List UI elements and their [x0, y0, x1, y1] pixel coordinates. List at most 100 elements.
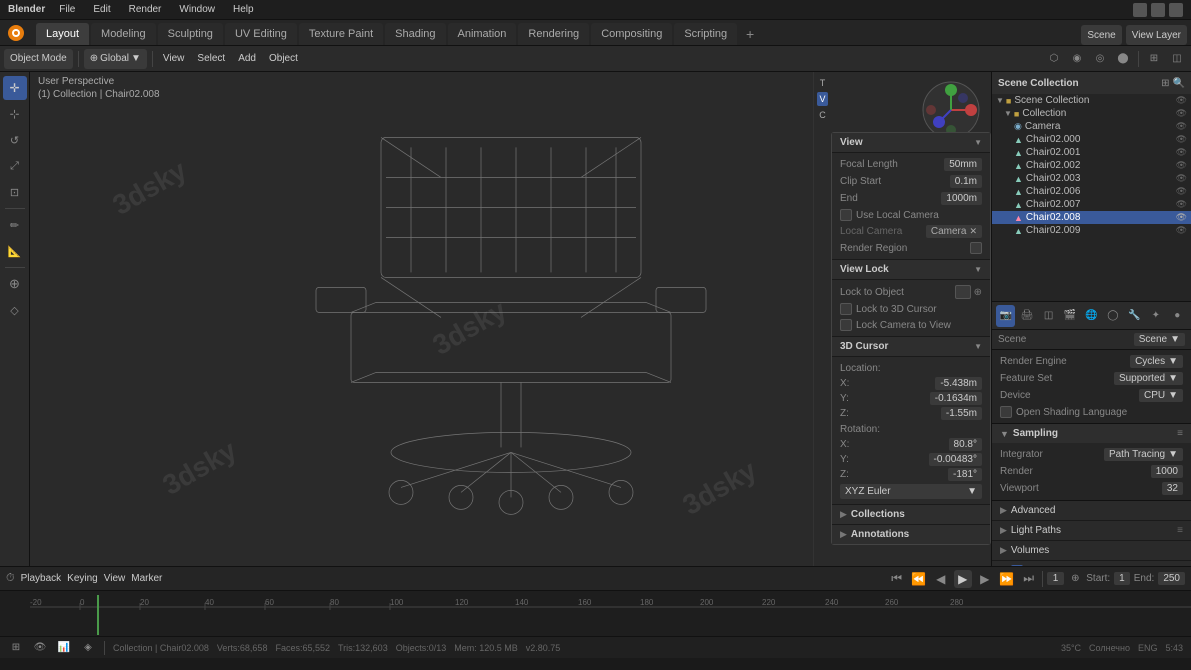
scene-stats[interactable]: 📊 [56, 640, 72, 656]
overlay-toggle[interactable]: ⊞ [1144, 49, 1164, 69]
tab-add-icon[interactable]: + [739, 23, 761, 45]
tree-item[interactable]: ▼ ■ Scene Collection 👁 [992, 94, 1191, 107]
cursor-z-value[interactable]: -1.55m [941, 407, 982, 420]
menu-edit[interactable]: Edit [89, 4, 114, 15]
playback-prev[interactable]: ◀ [932, 570, 950, 588]
view-layer-selector[interactable]: View Layer [1126, 25, 1187, 45]
playback-play[interactable]: ▶ [954, 570, 972, 588]
lock-to-object-eyedropper[interactable]: ⊕ [974, 287, 982, 298]
select-all-icon[interactable]: ◈ [80, 640, 96, 656]
cursor-x-value[interactable]: -5.438m [935, 377, 982, 390]
cursor-rz-value[interactable]: -181° [948, 468, 982, 481]
feature-set-value[interactable]: Supported▼ [1114, 372, 1183, 385]
tab-texture-paint[interactable]: Texture Paint [299, 23, 383, 45]
timeline-end[interactable]: 250 [1158, 572, 1185, 585]
section-volumes[interactable]: ▶ Volumes [992, 541, 1191, 561]
prop-icon-view-layer[interactable]: ◫ [1039, 305, 1058, 327]
tab-compositing[interactable]: Compositing [591, 23, 672, 45]
tab-animation[interactable]: Animation [448, 23, 517, 45]
tree-item-camera[interactable]: ◉ Camera 👁 [992, 120, 1191, 133]
render-engine-value[interactable]: Cycles▼ [1130, 355, 1183, 368]
prop-icon-world[interactable]: 🌐 [1082, 305, 1101, 327]
menu-file[interactable]: File [55, 4, 79, 15]
render-samples-value[interactable]: 1000 [1151, 465, 1183, 478]
cursor-3d-header[interactable]: 3D Cursor ▼ [832, 336, 990, 357]
cursor-y-value[interactable]: -0.1634m [930, 392, 982, 405]
local-camera-value[interactable]: Camera ✕ [926, 225, 982, 238]
tab-uv-editing[interactable]: UV Editing [225, 23, 297, 45]
transform-tool[interactable]: ⊡ [3, 180, 27, 204]
view-timeline-menu[interactable]: View [104, 573, 126, 584]
clip-end-value[interactable]: 1000m [941, 192, 982, 205]
render-region-checkbox[interactable] [970, 242, 982, 254]
view-menu[interactable]: View [158, 49, 190, 69]
tab-modeling[interactable]: Modeling [91, 23, 156, 45]
prop-icon-material[interactable]: ● [1168, 305, 1187, 327]
add-menu[interactable]: Add [233, 49, 261, 69]
prop-icon-scene[interactable]: 🎬 [1060, 305, 1079, 327]
outliner-search-icon[interactable]: 🔍 [1173, 78, 1185, 89]
lock-to-object-field[interactable] [955, 285, 971, 299]
current-frame[interactable]: 1 [1047, 572, 1065, 585]
prop-icon-object[interactable]: ◯ [1103, 305, 1122, 327]
hair-checkbox[interactable] [1011, 565, 1023, 566]
tree-item-chair-001[interactable]: ▲ Chair02.001 👁 [992, 146, 1191, 159]
keying-menu[interactable]: Keying [67, 573, 98, 584]
menu-help[interactable]: Help [229, 4, 258, 15]
scene-value[interactable]: Scene▼ [1134, 333, 1185, 346]
lock-3d-cursor-checkbox[interactable] [840, 303, 852, 315]
add-tool[interactable]: ⊕ [3, 272, 27, 296]
view-gizmo[interactable] [921, 80, 981, 140]
tree-item[interactable]: ▼ ■ Collection 👁 [992, 107, 1191, 120]
outliner-filter-icon[interactable]: ⊞ [1161, 78, 1169, 89]
sampling-options-icon[interactable]: ≡ [1177, 428, 1183, 439]
win-maximize[interactable] [1151, 3, 1165, 17]
view-icon[interactable]: 👁 [32, 640, 48, 656]
tab-layout[interactable]: Layout [36, 23, 89, 45]
clip-start-value[interactable]: 0.1m [950, 175, 982, 188]
cursor-rx-value[interactable]: 80.8° [949, 438, 982, 451]
tree-item-chair-000[interactable]: ▲ Chair02.000 👁 [992, 133, 1191, 146]
prop-icon-particles[interactable]: ✦ [1146, 305, 1165, 327]
scene-objects-icon[interactable]: ⊞ [8, 640, 24, 656]
measure-tool[interactable]: 📐 [3, 239, 27, 263]
shading-material[interactable]: ◎ [1090, 49, 1110, 69]
transform-global[interactable]: ⊕ Global▼ [84, 49, 147, 69]
eraser-tool[interactable]: ◇ [3, 298, 27, 322]
tree-item-chair-003[interactable]: ▲ Chair02.003 👁 [992, 172, 1191, 185]
marker-menu[interactable]: Marker [131, 573, 162, 584]
npanel-item-view[interactable]: V [817, 92, 827, 106]
prop-icon-render[interactable]: 📷 [996, 305, 1015, 327]
playback-next[interactable]: ▶ [976, 570, 994, 588]
cursor-tool[interactable]: ✛ [3, 76, 27, 100]
xray-toggle[interactable]: ◫ [1167, 49, 1187, 69]
annotate-tool[interactable]: ✏ [3, 213, 27, 237]
move-tool[interactable]: ⊹ [3, 102, 27, 126]
section-hair[interactable]: ▶ Hair [992, 561, 1191, 566]
mode-selector[interactable]: Object Mode [4, 49, 73, 69]
npanel-item-create[interactable]: C [817, 108, 828, 122]
playback-next-frame[interactable]: ⏩ [998, 570, 1016, 588]
tree-item-chair-007[interactable]: ▲ Chair02.007 👁 [992, 198, 1191, 211]
sampling-header[interactable]: ▼ Sampling ≡ [992, 424, 1191, 443]
tab-scripting[interactable]: Scripting [674, 23, 737, 45]
tab-rendering[interactable]: Rendering [518, 23, 589, 45]
frame-jump-icon[interactable]: ⊕ [1068, 572, 1082, 586]
focal-length-value[interactable]: 50mm [944, 158, 982, 171]
section-light-paths[interactable]: ▶ Light Paths ≡ [992, 521, 1191, 541]
annotations-header[interactable]: ▶ Annotations [832, 524, 990, 544]
lock-camera-view-checkbox[interactable] [840, 319, 852, 331]
npanel-item-tool[interactable]: T [818, 76, 828, 90]
shading-wireframe[interactable]: ⬡ [1044, 49, 1064, 69]
win-minimize[interactable] [1133, 3, 1147, 17]
tree-item-chair-009[interactable]: ▲ Chair02.009 👁 [992, 224, 1191, 237]
playback-menu[interactable]: Playback [21, 573, 62, 584]
shading-solid[interactable]: ◉ [1067, 49, 1087, 69]
shading-render[interactable]: ⬤ [1113, 49, 1133, 69]
prop-icon-output[interactable]: 🖨 [1017, 305, 1036, 327]
device-value[interactable]: CPU▼ [1139, 389, 1183, 402]
integrator-value[interactable]: Path Tracing▼ [1104, 448, 1183, 461]
tab-shading[interactable]: Shading [385, 23, 445, 45]
tab-sculpting[interactable]: Sculpting [158, 23, 223, 45]
win-close[interactable] [1169, 3, 1183, 17]
